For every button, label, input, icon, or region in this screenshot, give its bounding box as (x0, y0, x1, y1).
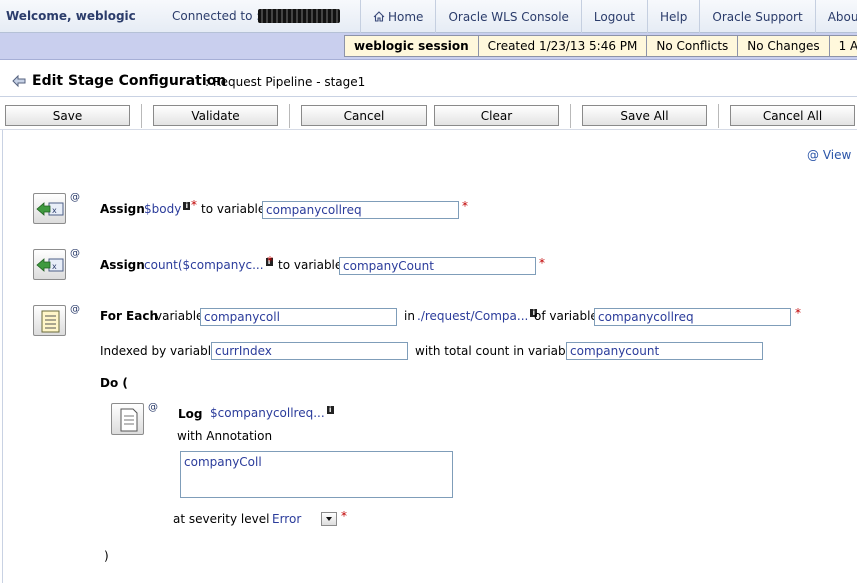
log-action-icon[interactable] (111, 403, 144, 435)
assign-expression-text: count($companyc... (144, 258, 264, 272)
info-icon[interactable]: i (326, 406, 334, 414)
assign-icon: x (36, 258, 64, 272)
to-variable-label: to variable (201, 202, 266, 216)
home-icon (373, 11, 385, 22)
clear-button[interactable]: Clear (434, 105, 559, 126)
session-bar: weblogic session Created 1/23/13 5:46 PM… (0, 33, 857, 60)
save-all-button[interactable]: Save All (582, 105, 707, 126)
chevron-down-icon (326, 517, 332, 521)
session-conflicts[interactable]: No Conflicts (646, 35, 738, 57)
log-icon (120, 408, 138, 432)
foreach-path-text: ./request/Compa... (417, 309, 529, 323)
annotation-textarea[interactable]: companyColl (180, 451, 453, 498)
stage-config-icon (12, 74, 26, 88)
home-link[interactable]: Home (360, 0, 435, 33)
index-variable-input[interactable] (211, 342, 408, 360)
session-name[interactable]: weblogic session (344, 35, 478, 57)
foreach-keyword: For Each (100, 309, 159, 323)
required-marker: * (267, 254, 273, 268)
assign-action-icon[interactable]: x (33, 193, 66, 224)
cancel-button[interactable]: Cancel (301, 105, 427, 126)
required-marker: * (795, 306, 801, 320)
required-marker: * (539, 256, 545, 270)
page-subtitle: : Request Pipeline - stage1 (205, 75, 366, 89)
home-link-label: Home (388, 9, 424, 24)
log-expression-text: $companycollreq... (210, 406, 325, 420)
assign-icon: x (36, 202, 64, 216)
wls-console-link[interactable]: Oracle WLS Console (435, 0, 580, 33)
toolbar-separator (289, 104, 290, 128)
about-link[interactable]: About S (814, 0, 857, 33)
assign-variable-input[interactable] (339, 257, 536, 275)
session-active[interactable]: 1 Active (828, 35, 857, 57)
annotation-marker-icon[interactable]: @ (70, 192, 80, 203)
assign-action-icon[interactable]: x (33, 249, 66, 280)
assign-expression-text: $body (144, 202, 182, 216)
page-title-bar: Edit Stage Configuration : Request Pipel… (0, 62, 857, 97)
to-variable-label: to variable (278, 258, 343, 272)
redacted-server-name (258, 9, 340, 23)
log-expression-link[interactable]: $companycollreq... i (210, 406, 334, 420)
foreach-path-link[interactable]: ./request/Compa... i (417, 309, 538, 323)
content-border (2, 130, 3, 583)
cancel-all-button[interactable]: Cancel All (730, 105, 855, 126)
foreach-action-icon[interactable] (33, 305, 66, 336)
svg-text:x: x (52, 262, 57, 271)
toolbar-separator (570, 104, 571, 128)
session-created: Created 1/23/13 5:46 PM (477, 35, 647, 57)
foreach-variable-input[interactable] (200, 308, 397, 326)
logout-link[interactable]: Logout (580, 0, 647, 33)
svg-text:x: x (52, 206, 57, 215)
session-changes[interactable]: No Changes (737, 35, 829, 57)
save-button[interactable]: Save (5, 105, 130, 126)
required-marker: * (341, 509, 347, 523)
page-title: Edit Stage Configuration (32, 73, 227, 89)
foreach-variable-label: variable (155, 309, 204, 323)
of-variable-label: of variable (534, 309, 598, 323)
total-count-label: with total count in variable (415, 344, 577, 358)
indexed-by-label: Indexed by variable (100, 344, 219, 358)
in-label: in (404, 309, 415, 323)
assign-expression-link[interactable]: $body i (144, 202, 191, 216)
help-link[interactable]: Help (647, 0, 699, 33)
count-variable-input[interactable] (566, 342, 763, 360)
severity-dropdown-button[interactable] (321, 512, 337, 526)
assign-variable-input[interactable] (262, 201, 459, 219)
required-marker: * (462, 199, 468, 213)
of-variable-input[interactable] (594, 308, 791, 326)
annotation-marker-icon[interactable]: @ (148, 402, 158, 413)
severity-value[interactable]: Error (272, 512, 301, 526)
toolbar-separator (141, 104, 142, 128)
action-toolbar: Save Validate Cancel Clear Save All Canc… (0, 98, 857, 130)
assign-keyword: Assign (100, 202, 145, 216)
top-header: Welcome, weblogic Connected to : Home Or… (0, 0, 857, 33)
do-open: Do ( (100, 376, 128, 390)
validate-button[interactable]: Validate (153, 105, 278, 126)
view-link[interactable]: @ View (807, 148, 851, 162)
annotation-marker-icon[interactable]: @ (70, 248, 80, 259)
info-icon[interactable]: i (183, 202, 191, 210)
severity-label: at severity level (173, 512, 270, 526)
annotation-marker-icon[interactable]: @ (70, 304, 80, 315)
assign-keyword: Assign (100, 258, 145, 272)
required-marker: * (191, 198, 197, 212)
assign-expression-link[interactable]: count($companyc... i (144, 258, 273, 272)
with-annotation-label: with Annotation (177, 429, 273, 443)
toolbar-separator (718, 104, 719, 128)
header-links: Home Oracle WLS Console Logout Help Orac… (360, 0, 857, 33)
foreach-icon (41, 310, 60, 333)
log-keyword: Log (178, 407, 203, 421)
welcome-text: Welcome, weblogic (6, 9, 136, 23)
connected-label: Connected to : (172, 9, 261, 23)
oracle-support-link[interactable]: Oracle Support (699, 0, 814, 33)
do-close: ) (104, 549, 109, 563)
